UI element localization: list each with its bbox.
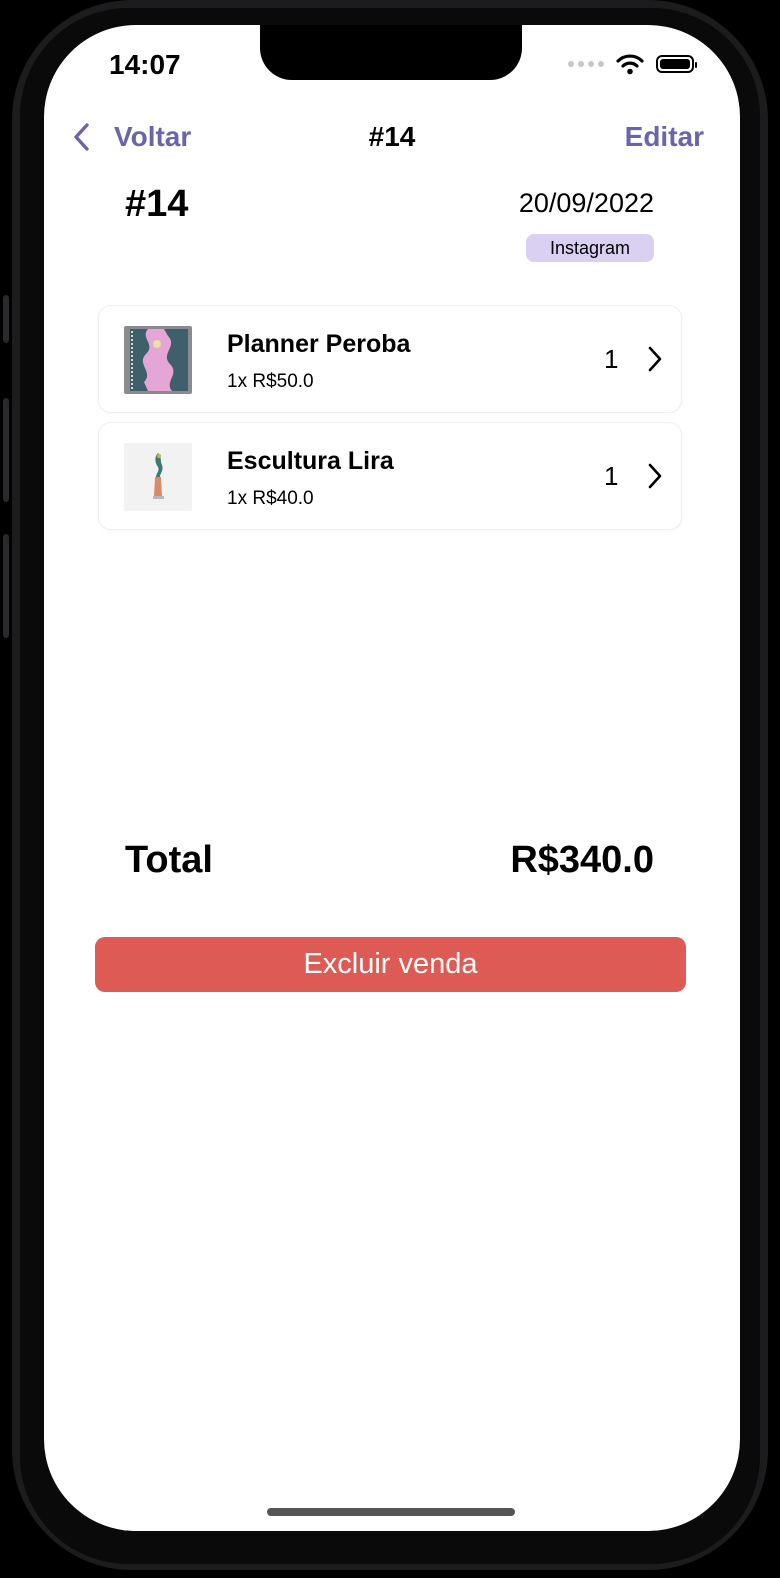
status-time: 14:07 [109, 49, 181, 80]
item-detail: 1x R$50.0 [227, 371, 314, 392]
item-quantity: 1 [604, 344, 619, 374]
total-value: R$340.0 [510, 839, 654, 881]
app-screen: 14:07 Voltar #14 Editar #14 20/09/2022 I… [44, 25, 740, 1531]
edit-button[interactable]: Editar [625, 121, 704, 153]
cellular-dots-icon [568, 61, 604, 67]
item-name: Planner Peroba [227, 330, 411, 358]
wifi-icon [616, 54, 644, 75]
planner-image [124, 326, 192, 394]
home-indicator[interactable] [267, 1508, 515, 1516]
item-quantity: 1 [604, 461, 619, 491]
product-thumbnail [124, 443, 192, 511]
list-item[interactable]: Escultura Lira 1x R$40.0 1 [99, 423, 681, 529]
total-label: Total [125, 839, 213, 881]
order-id: #14 [125, 183, 189, 225]
product-thumbnail [124, 326, 192, 394]
delete-sale-button[interactable]: Excluir venda [95, 937, 686, 992]
volume-down-button [3, 534, 9, 638]
volume-up-button [3, 398, 9, 502]
chevron-right-icon [648, 346, 662, 372]
mute-switch [3, 295, 9, 343]
status-icons [568, 53, 697, 75]
channel-badge: Instagram [526, 234, 654, 262]
battery-icon [656, 55, 697, 73]
chevron-right-icon [648, 463, 662, 489]
list-item[interactable]: Planner Peroba 1x R$50.0 1 [99, 306, 681, 412]
sculpture-image [124, 443, 192, 511]
item-detail: 1x R$40.0 [227, 488, 314, 509]
order-date: 20/09/2022 [518, 188, 654, 218]
item-name: Escultura Lira [227, 447, 394, 475]
notch [260, 25, 522, 80]
